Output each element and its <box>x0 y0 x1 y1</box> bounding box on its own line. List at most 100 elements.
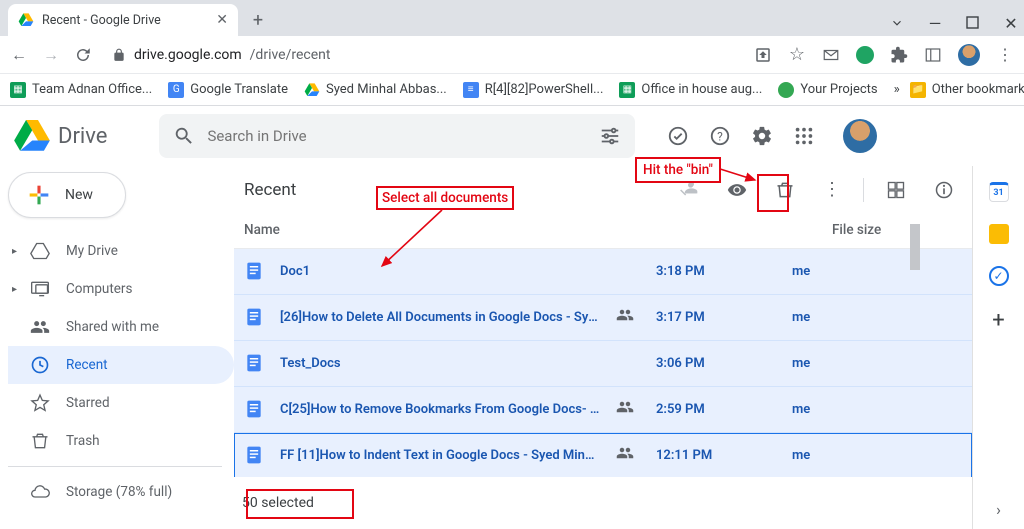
drive-sidebar: New ▸ My Drive ▸ Computers Shared with m… <box>0 166 234 529</box>
drive-icon <box>304 82 320 98</box>
docs-file-icon <box>244 307 264 327</box>
close-tab-icon[interactable]: ✕ <box>216 12 228 28</box>
back-button[interactable]: ← <box>10 46 28 64</box>
mail-icon[interactable] <box>822 46 840 64</box>
chevron-down-icon[interactable] <box>890 16 904 30</box>
table-row[interactable]: Test_Docs3:06 PMme <box>234 341 972 387</box>
docs-file-icon <box>244 353 264 373</box>
selection-status-wrapper: 50 selected <box>234 477 972 529</box>
table-row[interactable]: FF [11]How to Indent Text in Google Docs… <box>234 433 972 477</box>
selection-status: 50 selected <box>238 485 318 521</box>
shared-icon <box>616 444 640 466</box>
scrollbar-thumb[interactable] <box>910 224 920 270</box>
bookmark-item[interactable]: Your Projects <box>778 82 877 98</box>
url-host: drive.google.com <box>134 47 242 63</box>
search-bar[interactable] <box>159 114 635 158</box>
ready-offline-icon[interactable] <box>667 125 689 147</box>
support-icon[interactable]: ? <box>709 125 731 147</box>
window-titlebar: Recent - Google Drive ✕ + — ✕ <box>0 0 1024 36</box>
file-time: 3:18 PM <box>656 264 776 279</box>
shared-icon <box>616 306 640 328</box>
delete-bin-icon[interactable] <box>775 180 795 200</box>
table-row[interactable]: C[25]How to Remove Bookmarks From Google… <box>234 387 972 433</box>
table-row[interactable]: [26]How to Delete All Documents in Googl… <box>234 295 972 341</box>
file-time: 2:59 PM <box>656 402 776 417</box>
drive-favicon-icon <box>18 12 34 28</box>
add-addon-button[interactable]: + <box>992 308 1004 333</box>
column-file-size[interactable]: File size <box>832 222 962 238</box>
file-name: Test_Docs <box>280 356 600 371</box>
bookmark-overflow[interactable]: » <box>894 82 900 97</box>
expand-icon[interactable]: ▸ <box>12 246 17 257</box>
keep-app-icon[interactable] <box>989 224 1009 244</box>
close-window-icon[interactable]: ✕ <box>1004 16 1018 30</box>
computers-icon <box>30 279 50 299</box>
bookmark-item[interactable]: GGoogle Translate <box>168 82 288 98</box>
reading-list-icon[interactable] <box>924 46 942 64</box>
profile-avatar-icon[interactable] <box>958 44 980 66</box>
page-title: Recent <box>244 180 296 200</box>
plus-icon <box>25 181 53 209</box>
bookmark-item[interactable]: Syed Minhal Abbas... <box>304 82 447 98</box>
bookmark-item[interactable]: ▦Office in house aug... <box>619 82 762 98</box>
search-options-icon[interactable] <box>599 125 621 147</box>
tasks-app-icon[interactable]: ✓ <box>989 266 1009 286</box>
sidebar-item-recent[interactable]: Recent <box>8 346 234 384</box>
sidebar-item-shared[interactable]: Shared with me <box>8 308 234 346</box>
sidebar-item-my-drive[interactable]: ▸ My Drive <box>8 232 234 270</box>
new-tab-button[interactable]: + <box>244 6 272 34</box>
maximize-icon[interactable] <box>966 16 980 30</box>
calendar-app-icon[interactable]: 31 <box>989 182 1009 202</box>
minimize-icon[interactable]: — <box>928 16 942 30</box>
search-input[interactable] <box>207 127 587 145</box>
chrome-menu-icon[interactable]: ⋮ <box>996 46 1014 64</box>
shared-icon <box>616 398 640 420</box>
storage-cloud-icon <box>30 482 50 502</box>
collapse-panel-icon[interactable]: › <box>996 500 1001 519</box>
install-icon[interactable] <box>754 46 772 64</box>
account-avatar[interactable] <box>843 119 877 153</box>
tab-title: Recent - Google Drive <box>42 13 161 28</box>
sidebar-item-trash[interactable]: Trash <box>8 422 234 460</box>
expand-icon[interactable]: ▸ <box>12 284 17 295</box>
column-header: Name File size <box>234 214 972 249</box>
bookmarks-bar: ▦Team Adnan Office... GGoogle Translate … <box>0 74 1024 106</box>
settings-gear-icon[interactable] <box>751 125 773 147</box>
shared-with-me-icon <box>30 317 50 337</box>
window-controls: — ✕ <box>890 16 1024 36</box>
file-owner: me <box>792 310 922 325</box>
drive-logo-icon <box>14 120 50 152</box>
drive-logo[interactable]: Drive <box>14 120 107 152</box>
reload-icon[interactable] <box>74 46 92 64</box>
other-bookmarks[interactable]: 📁Other bookmarks <box>910 82 1024 98</box>
grid-view-icon[interactable] <box>886 180 906 200</box>
unshare-icon[interactable] <box>679 180 699 200</box>
drive-header: Drive ? <box>0 106 1024 166</box>
sidebar-item-computers[interactable]: ▸ Computers <box>8 270 234 308</box>
column-name[interactable]: Name <box>244 222 832 238</box>
more-actions-icon[interactable]: ⋮ <box>823 179 841 200</box>
new-button[interactable]: New <box>8 172 126 218</box>
sidebar-item-storage[interactable]: Storage (78% full) <box>8 473 234 511</box>
sidebar-item-starred[interactable]: Starred <box>8 384 234 422</box>
green-circle-icon[interactable] <box>856 46 874 64</box>
table-row[interactable]: Doc13:18 PMme <box>234 249 972 295</box>
bookmark-item[interactable]: ▦Team Adnan Office... <box>10 82 152 98</box>
preview-eye-icon[interactable] <box>727 180 747 200</box>
file-time: 3:06 PM <box>656 356 776 371</box>
bookmark-star-icon[interactable]: ☆ <box>788 46 806 64</box>
file-time: 3:17 PM <box>656 310 776 325</box>
docs-file-icon <box>244 261 264 281</box>
recent-icon <box>30 355 50 375</box>
view-details-icon[interactable] <box>934 180 954 200</box>
google-side-panel: 31 ✓ + › <box>972 166 1024 529</box>
extension-puzzle-icon[interactable] <box>890 46 908 64</box>
apps-grid-icon[interactable] <box>793 125 815 147</box>
browser-tab[interactable]: Recent - Google Drive ✕ <box>8 4 238 36</box>
url-path: /drive/recent <box>250 47 331 63</box>
url-field[interactable]: drive.google.com/drive/recent <box>102 47 744 63</box>
new-button-label: New <box>65 187 93 203</box>
trash-icon <box>30 431 50 451</box>
bookmark-item[interactable]: ≡R[4][82]PowerShell... <box>463 82 604 98</box>
browser-address-bar: ← → drive.google.com/drive/recent ☆ ⋮ <box>0 36 1024 74</box>
